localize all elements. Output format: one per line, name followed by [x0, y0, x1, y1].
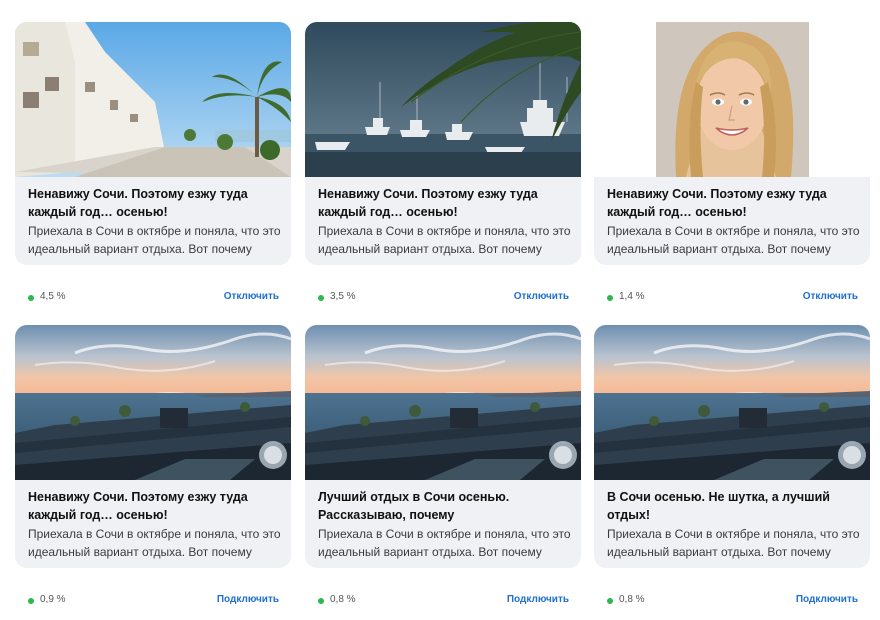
card-stats-row: 0,9 % Подключить [15, 593, 291, 609]
card-stats-row: 0,8 % Подключить [594, 593, 870, 609]
card-description: Приехала в Сочи в октябре и поняла, что … [607, 527, 860, 559]
toggle-button[interactable]: Подключить [507, 594, 569, 605]
card-image-sunset [15, 325, 291, 480]
ctr-value: 4,5 % [40, 291, 66, 302]
card-title[interactable]: Лучший отдых в Сочи осенью. Рассказываю,… [318, 488, 569, 524]
article-card[interactable]: Ненавижу Сочи. Поэтому езжу туда каждый … [15, 22, 291, 265]
card-description: Приехала в Сочи в октябре и поняла, что … [318, 224, 571, 256]
status-dot-icon [28, 295, 34, 301]
ctr-value: 3,5 % [330, 291, 356, 302]
toggle-button[interactable]: Отключить [803, 291, 858, 302]
card-image-marina [305, 22, 581, 177]
card-title[interactable]: Ненавижу Сочи. Поэтому езжу туда каждый … [28, 185, 279, 221]
article-card[interactable]: Ненавижу Сочи. Поэтому езжу туда каждый … [305, 22, 581, 265]
article-card[interactable]: Ненавижу Сочи. Поэтому езжу туда каждый … [594, 22, 870, 265]
card-image-sunset [305, 325, 581, 480]
card-image-sunset [594, 325, 870, 480]
ctr-value: 0,9 % [40, 594, 66, 605]
status-dot-icon [28, 598, 34, 604]
status-dot-icon [607, 295, 613, 301]
toggle-button[interactable]: Подключить [796, 594, 858, 605]
ctr-value: 0,8 % [330, 594, 356, 605]
card-description: Приехала в Сочи в октябре и поняла, что … [607, 224, 860, 256]
article-card[interactable]: Лучший отдых в Сочи осенью. Рассказываю,… [305, 325, 581, 568]
article-card[interactable]: Ненавижу Сочи. Поэтому езжу туда каждый … [15, 325, 291, 568]
ctr-value: 0,8 % [619, 594, 645, 605]
card-stats-row: 1,4 % Отключить [594, 290, 870, 306]
toggle-button[interactable]: Подключить [217, 594, 279, 605]
card-image-portrait [594, 22, 870, 177]
card-description: Приехала в Сочи в октябре и поняла, что … [28, 224, 281, 256]
card-stats-row: 0,8 % Подключить [305, 593, 581, 609]
article-card[interactable]: В Сочи осенью. Не шутка, а лучший отдых!… [594, 325, 870, 568]
status-dot-icon [318, 598, 324, 604]
card-title[interactable]: В Сочи осенью. Не шутка, а лучший отдых! [607, 488, 858, 524]
card-title[interactable]: Ненавижу Сочи. Поэтому езжу туда каждый … [28, 488, 279, 524]
toggle-button[interactable]: Отключить [514, 291, 569, 302]
card-title[interactable]: Ненавижу Сочи. Поэтому езжу туда каждый … [607, 185, 858, 221]
status-dot-icon [607, 598, 613, 604]
card-description: Приехала в Сочи в октябре и поняла, что … [318, 527, 571, 559]
toggle-button[interactable]: Отключить [224, 291, 279, 302]
card-stats-row: 4,5 % Отключить [15, 290, 291, 306]
card-description: Приехала в Сочи в октябре и поняла, что … [28, 527, 281, 559]
ctr-value: 1,4 % [619, 291, 645, 302]
card-stats-row: 3,5 % Отключить [305, 290, 581, 306]
card-image-seafront [15, 22, 291, 177]
status-dot-icon [318, 295, 324, 301]
card-title[interactable]: Ненавижу Сочи. Поэтому езжу туда каждый … [318, 185, 569, 221]
